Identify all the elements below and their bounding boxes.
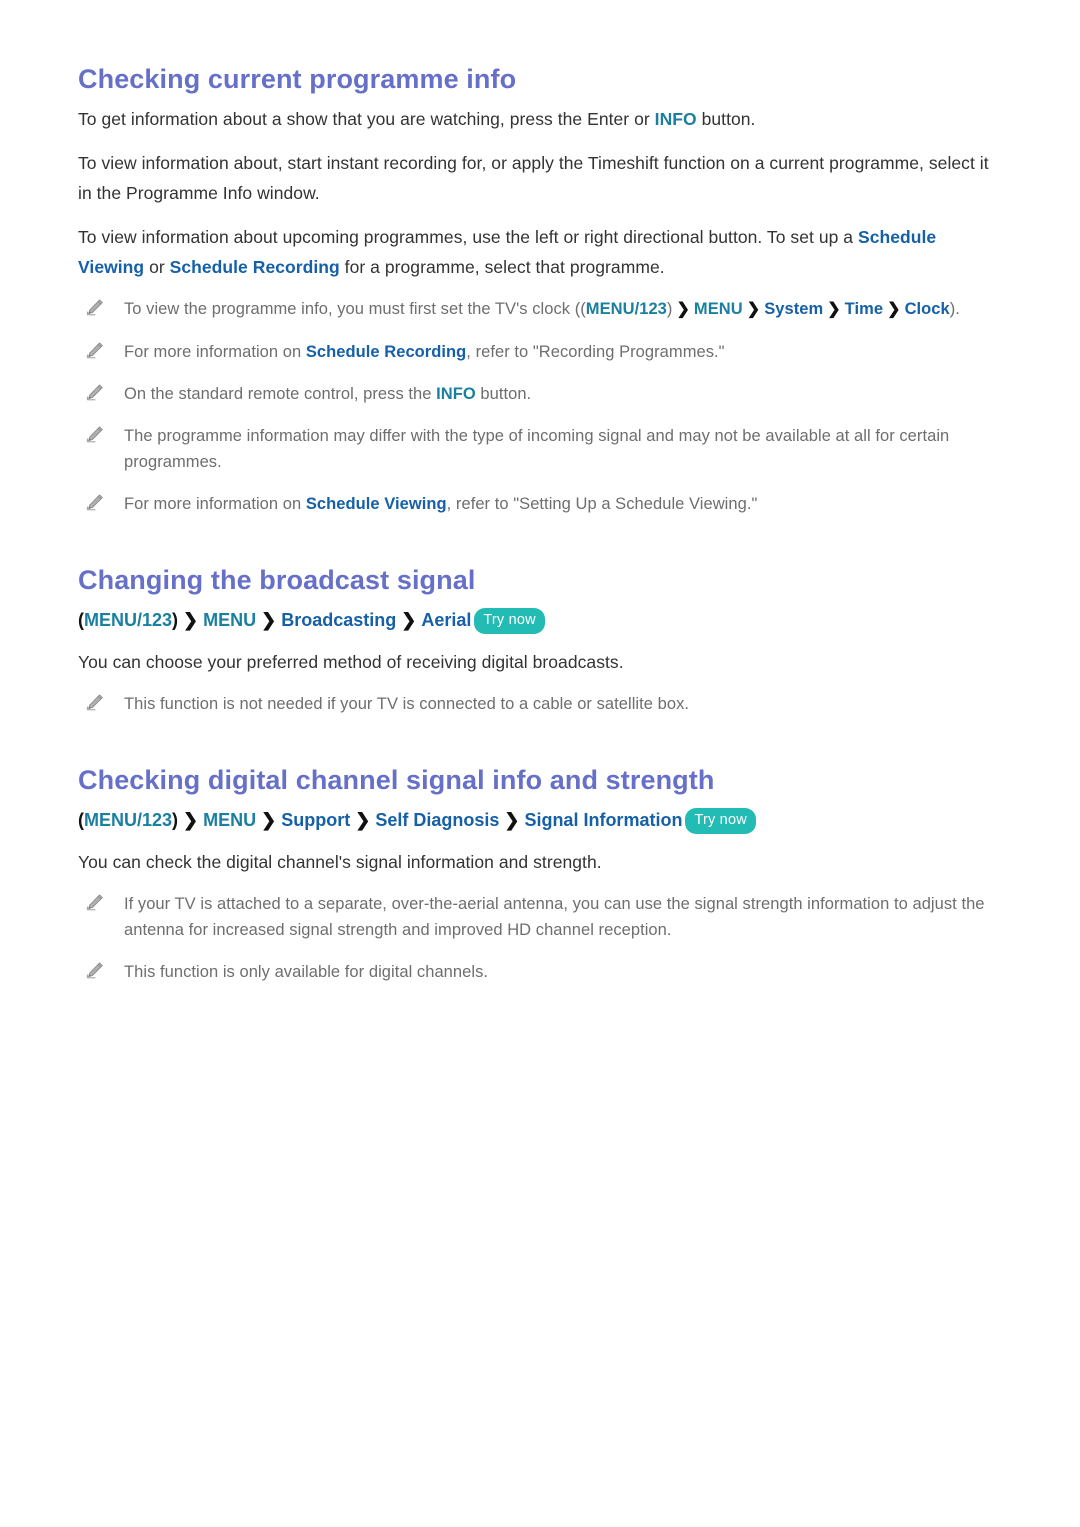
pencil-icon xyxy=(85,383,105,403)
link-info-button[interactable]: INFO xyxy=(436,385,476,403)
link-schedule-viewing[interactable]: Schedule Viewing xyxy=(306,495,447,513)
chevron-right-icon: ❯ xyxy=(401,610,417,630)
note-list-section-1: To view the programme info, you must fir… xyxy=(78,296,1000,517)
note-text-post: ). xyxy=(949,300,960,318)
note-text-pre: This function is only available for digi… xyxy=(124,963,489,981)
pencil-icon xyxy=(85,425,105,445)
breadcrumb-item-support[interactable]: Support xyxy=(281,810,350,830)
paragraph-view-information-recording: To view information about, start instant… xyxy=(78,153,989,203)
paragraph-text-post: for a programme, select that programme. xyxy=(339,257,665,277)
document-page: Checking current programme info To get i… xyxy=(0,0,1080,1527)
pencil-icon xyxy=(85,961,105,981)
note-text-pre: On the standard remote control, press th… xyxy=(124,385,437,403)
list-item: This function is not needed if your TV i… xyxy=(78,691,1000,717)
page-title-changing-the-broadcast-signal: Changing the broadcast signal xyxy=(78,565,476,595)
paragraph-upcoming-programmes: To view information about upcoming progr… xyxy=(78,222,1000,282)
link-time[interactable]: Time xyxy=(845,300,883,318)
note-text-pre: This function is not needed if your TV i… xyxy=(124,695,690,713)
note-text-post: button. xyxy=(475,385,532,403)
list-item: If your TV is attached to a separate, ov… xyxy=(78,891,1000,943)
link-info-button[interactable]: INFO xyxy=(655,109,697,129)
link-clock[interactable]: Clock xyxy=(905,300,950,318)
paragraph-preferred-method: You can choose your preferred method of … xyxy=(78,652,624,672)
breadcrumb-item-menu-123[interactable]: MENU/123 xyxy=(84,610,172,630)
chevron-right-icon: ❯ xyxy=(355,810,371,830)
pencil-icon xyxy=(85,341,105,361)
link-schedule-recording[interactable]: Schedule Recording xyxy=(170,257,340,277)
link-menu-123[interactable]: MENU/123 xyxy=(586,300,667,318)
list-item: For more information on Schedule Viewing… xyxy=(78,491,1000,517)
note-text-pre: If your TV is attached to a separate, ov… xyxy=(124,895,985,939)
pencil-icon xyxy=(85,693,105,713)
paragraph-check-signal-info: You can check the digital channel's sign… xyxy=(78,852,602,872)
section-checking-current-programme-info: Checking current programme info To get i… xyxy=(78,62,1000,517)
page-title-checking-digital-channel-signal-info-and-strength: Checking digital channel signal info and… xyxy=(78,765,715,795)
chevron-right-icon: ❯ xyxy=(183,810,199,830)
breadcrumb-item-menu-123[interactable]: MENU/123 xyxy=(84,810,172,830)
breadcrumb-broadcast-signal: (MENU/123) ❯ MENU ❯ Broadcasting ❯ Aerial Try n… xyxy=(78,605,1000,635)
note-text-post: , refer to "Recording Programmes." xyxy=(466,343,725,361)
chevron-right-icon: ❯ xyxy=(746,301,761,318)
breadcrumb-item-menu[interactable]: MENU xyxy=(203,610,256,630)
paragraph-text-pre: To get information about a show that you… xyxy=(78,109,655,129)
paragraph-text-post: button. xyxy=(696,109,756,129)
list-item: This function is only available for digi… xyxy=(78,959,1000,985)
note-text-post: , refer to "Setting Up a Schedule Viewin… xyxy=(446,495,758,513)
paragraph-get-information: To get information about a show that you… xyxy=(78,104,1000,134)
breadcrumb-item-aerial[interactable]: Aerial xyxy=(421,610,471,630)
paragraph-text-pre: To view information about upcoming progr… xyxy=(78,227,859,247)
note-text-pre: To view the programme info, you must fir… xyxy=(124,300,586,318)
list-item: To view the programme info, you must fir… xyxy=(78,296,1000,323)
page-title-checking-current-programme-info: Checking current programme info xyxy=(78,64,517,94)
section-checking-digital-channel-signal-info: Checking digital channel signal info and… xyxy=(78,763,1000,985)
breadcrumb-signal-information: (MENU/123) ❯ MENU ❯ Support ❯ Self Diagnosis ❯ S… xyxy=(78,805,1000,835)
paragraph-text-mid: or xyxy=(144,257,170,277)
pencil-icon xyxy=(85,298,105,318)
pencil-icon xyxy=(85,493,105,513)
try-now-button[interactable]: Try now xyxy=(474,608,545,634)
breadcrumb-item-self-diagnosis[interactable]: Self Diagnosis xyxy=(375,810,499,830)
link-system[interactable]: System xyxy=(764,300,823,318)
breadcrumb-item-broadcasting[interactable]: Broadcasting xyxy=(281,610,396,630)
note-text-pre: The programme information may differ wit… xyxy=(124,427,950,471)
chevron-right-icon: ❯ xyxy=(887,301,901,318)
breadcrumb-item-menu[interactable]: MENU xyxy=(203,810,256,830)
chevron-right-icon: ❯ xyxy=(676,301,690,318)
try-now-button[interactable]: Try now xyxy=(685,808,756,834)
list-item: The programme information may differ wit… xyxy=(78,423,1000,475)
breadcrumb-item-signal-information[interactable]: Signal Information xyxy=(524,810,682,830)
chevron-right-icon: ❯ xyxy=(183,610,199,630)
link-schedule-recording[interactable]: Schedule Recording xyxy=(306,343,466,361)
note-text-pre: For more information on xyxy=(124,495,306,513)
pencil-icon xyxy=(85,893,105,913)
section-changing-the-broadcast-signal: Changing the broadcast signal (MENU/123)… xyxy=(78,563,1000,717)
note-list-section-3: If your TV is attached to a separate, ov… xyxy=(78,891,1000,985)
list-item: For more information on Schedule Recordi… xyxy=(78,339,1000,365)
chevron-right-icon: ❯ xyxy=(504,810,520,830)
chevron-right-icon: ❯ xyxy=(827,301,841,318)
chevron-right-icon: ❯ xyxy=(261,810,277,830)
link-menu[interactable]: MENU xyxy=(694,300,743,318)
document-content: Checking current programme info To get i… xyxy=(78,62,1000,985)
chevron-right-icon: ❯ xyxy=(261,610,277,630)
list-item: On the standard remote control, press th… xyxy=(78,381,1000,407)
note-text-pre: For more information on xyxy=(124,343,306,361)
note-list-section-2: This function is not needed if your TV i… xyxy=(78,691,1000,717)
